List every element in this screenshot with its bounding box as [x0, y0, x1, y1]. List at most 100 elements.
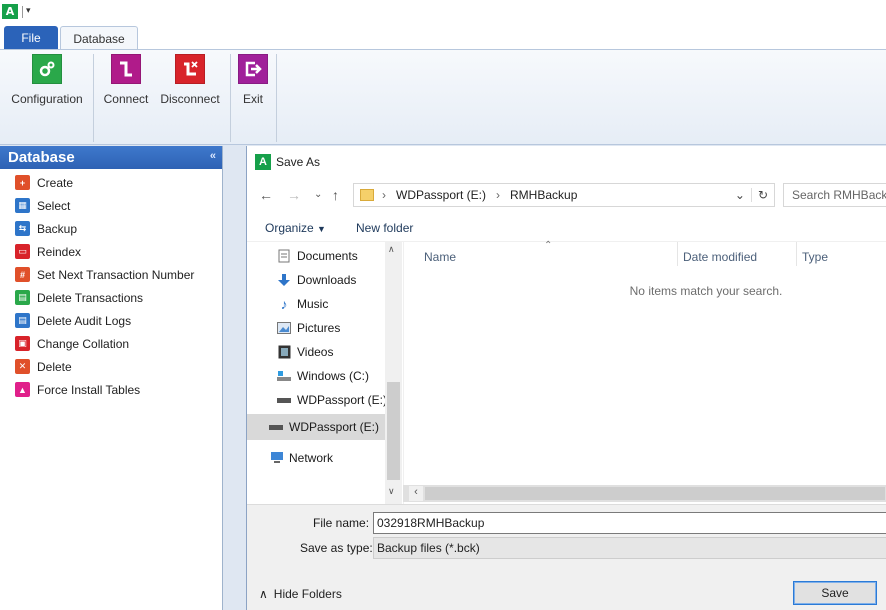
column-divider[interactable] — [796, 242, 797, 266]
menu-item-label: Force Install Tables — [37, 382, 141, 397]
menu-item-delete[interactable]: ✕ Delete — [0, 355, 222, 378]
menu-item-select[interactable]: ▦ Select — [0, 194, 222, 217]
nav-item-network[interactable]: Network — [269, 448, 333, 468]
nav-label: Videos — [297, 345, 334, 359]
pictures-icon — [277, 321, 291, 335]
ribbon: Configuration Connect Disconnect Exit — [0, 49, 886, 145]
chevron-right-icon: › — [496, 188, 501, 202]
menu-item-label: Set Next Transaction Number — [37, 267, 195, 282]
customize-dropdown-icon[interactable]: ▾ — [26, 5, 31, 16]
menu-item-reindex[interactable]: ▭ Reindex — [0, 240, 222, 263]
file-name-input[interactable]: 032918RMHBackup — [373, 512, 886, 534]
menu-item-label: Delete Transactions — [37, 290, 144, 305]
menu-item-label: Change Collation — [37, 336, 130, 351]
save-as-dialog: A Save As ← → ⌄ ↑ › WDPassport (E:) › RM… — [246, 146, 886, 610]
drive-icon — [277, 393, 291, 407]
column-date-modified[interactable]: Date modified — [683, 250, 757, 264]
exit-button[interactable]: Exit — [234, 54, 272, 106]
organize-button[interactable]: Organize ▼ — [265, 221, 326, 235]
hide-folders-label: Hide Folders — [273, 587, 342, 601]
tab-database[interactable]: Database — [60, 26, 138, 51]
save-button[interactable]: Save — [793, 581, 877, 605]
nav-item-wdpassport-selected[interactable]: WDPassport (E:) — [269, 417, 379, 437]
hide-folders-button[interactable]: ∧ Hide Folders — [259, 587, 342, 601]
back-arrow-icon[interactable]: ← — [259, 187, 273, 203]
horizontal-scrollbar[interactable]: ‹ — [403, 485, 886, 502]
ribbon-divider — [93, 54, 94, 142]
address-dropdown-icon[interactable]: ⌄ — [735, 188, 745, 202]
chevron-up-icon: ∧ — [259, 587, 268, 601]
nav-label: Music — [297, 297, 329, 311]
nav-label: Documents — [297, 249, 358, 263]
nav-item-downloads[interactable]: Downloads — [277, 270, 356, 290]
forward-arrow-icon[interactable]: → — [287, 187, 301, 203]
navigation-pane: Documents Downloads ♪ Music Pictures Vide… — [247, 242, 403, 504]
nav-item-windows-c[interactable]: Windows (C:) — [277, 366, 369, 386]
dialog-title: Save As — [276, 155, 321, 169]
chevron-right-icon: › — [382, 188, 386, 202]
refresh-icon[interactable]: ↻ — [750, 188, 768, 202]
dialog-title-bar: A Save As — [247, 146, 886, 178]
menu-item-backup[interactable]: ⇆ Backup — [0, 217, 222, 240]
disconnect-icon — [175, 54, 205, 84]
nav-item-wdpassport[interactable]: WDPassport (E:) — [277, 390, 387, 410]
scroll-up-icon[interactable]: ∧ — [388, 244, 395, 255]
recent-locations-icon[interactable]: ⌄ — [314, 189, 322, 200]
nav-item-videos[interactable]: Videos — [277, 342, 333, 362]
new-folder-button[interactable]: New folder — [356, 221, 413, 235]
organize-label: Organize — [265, 221, 314, 235]
connect-button[interactable]: Connect — [100, 54, 152, 106]
column-type[interactable]: Type — [802, 250, 828, 264]
scroll-left-icon[interactable]: ‹ — [409, 486, 423, 501]
address-bar[interactable]: › WDPassport (E:) › RMHBackup ⌄ ↻ — [353, 183, 775, 207]
exit-label: Exit — [242, 92, 263, 106]
menu-item-set-next-transaction-number[interactable]: # Set Next Transaction Number — [0, 263, 222, 286]
downloads-icon — [277, 273, 291, 287]
file-name-label: File name: — [313, 516, 370, 530]
menu-item-label: Backup — [37, 221, 78, 236]
file-list: ⌃ Name Date modified Type No items match… — [403, 240, 886, 504]
menu-item-label: Delete Audit Logs — [37, 313, 132, 328]
collapse-icon[interactable]: « — [210, 150, 216, 162]
menu-item-delete-transactions[interactable]: ▤ Delete Transactions — [0, 286, 222, 309]
database-panel: Database « + Create ▦ Select ⇆ Backup ▭ Rein… — [0, 146, 223, 610]
menu-item-change-collation[interactable]: ▣ Change Collation — [0, 332, 222, 355]
menu-item-create[interactable]: + Create — [0, 171, 222, 194]
nav-label: Windows (C:) — [297, 369, 370, 383]
folder-icon — [360, 189, 374, 201]
up-arrow-icon[interactable]: ↑ — [332, 187, 339, 203]
nav-item-documents[interactable]: Documents — [277, 246, 358, 266]
column-divider[interactable] — [677, 242, 678, 266]
scrollbar-thumb[interactable] — [425, 487, 885, 500]
save-type-select[interactable]: Backup files (*.bck) — [373, 537, 886, 559]
documents-icon — [277, 249, 291, 263]
nav-item-pictures[interactable]: Pictures — [277, 318, 340, 338]
tab-file[interactable]: File — [4, 26, 58, 50]
dialog-toolbar: Organize ▼ New folder — [247, 214, 886, 242]
disconnect-label: Disconnect — [160, 92, 220, 106]
configuration-button[interactable]: Configuration — [8, 54, 86, 106]
divider — [22, 6, 23, 18]
menu-item-label: Select — [37, 198, 71, 213]
breadcrumb-folder[interactable]: RMHBackup — [510, 188, 577, 202]
ribbon-divider — [276, 54, 277, 142]
menu-item-force-install-tables[interactable]: ▲ Force Install Tables — [0, 378, 222, 401]
scrollbar-thumb[interactable] — [387, 382, 400, 480]
scroll-down-icon[interactable]: ∨ — [388, 486, 395, 497]
delete-transactions-icon: ▤ — [15, 290, 30, 305]
breadcrumb-drive[interactable]: WDPassport (E:) — [396, 188, 486, 202]
nav-scrollbar[interactable]: ∧ ∨ — [385, 242, 402, 504]
ribbon-divider — [230, 54, 231, 142]
app-logo-icon[interactable]: A — [2, 4, 18, 19]
menu-item-label: Create — [37, 175, 74, 190]
exit-icon — [238, 54, 268, 84]
search-input[interactable]: Search RMHBackup — [783, 183, 886, 207]
configuration-label: Configuration — [11, 92, 83, 106]
delete-audit-logs-icon: ▤ — [15, 313, 30, 328]
reindex-icon: ▭ — [15, 244, 30, 259]
change-collation-icon: ▣ — [15, 336, 30, 351]
column-name[interactable]: Name — [424, 250, 456, 264]
menu-item-delete-audit-logs[interactable]: ▤ Delete Audit Logs — [0, 309, 222, 332]
nav-item-music[interactable]: ♪ Music — [277, 294, 329, 314]
disconnect-button[interactable]: Disconnect — [158, 54, 222, 106]
